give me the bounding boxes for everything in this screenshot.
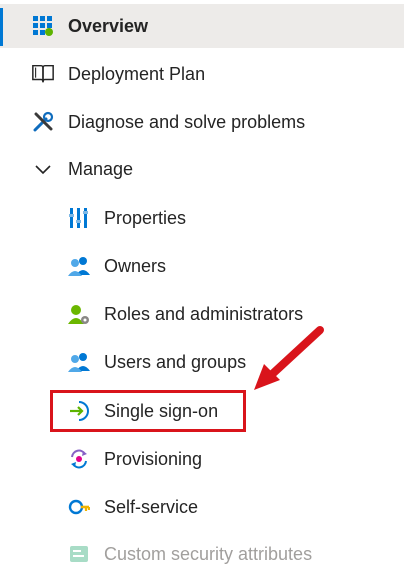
chevron-down-icon [31, 157, 55, 181]
sidebar-item-label: Overview [68, 15, 149, 36]
attributes-icon [67, 542, 91, 566]
sidebar-item-custom-security-attributes[interactable]: Custom security attributes [0, 532, 404, 576]
sidebar-item-users-groups[interactable]: Users and groups [0, 340, 404, 384]
sidebar-item-label: Deployment Plan [68, 63, 206, 84]
users-icon [67, 254, 91, 278]
sidebar-item-label: Diagnose and solve problems [68, 111, 306, 132]
sidebar-item-provisioning[interactable]: Provisioning [0, 437, 404, 481]
annotation-arrow-icon [254, 326, 324, 390]
sidebar-item-label: Self-service [104, 496, 199, 517]
book-icon [31, 62, 55, 86]
sidebar-item-self-service[interactable]: Self-service [0, 485, 404, 529]
sidebar-item-label: Owners [104, 255, 167, 276]
sidebar-item-overview[interactable]: Overview [0, 4, 404, 48]
sidebar-item-label: Custom security attributes [104, 543, 313, 564]
sidebar-item-label: Manage [68, 158, 134, 179]
sidebar-item-diagnose[interactable]: Diagnose and solve problems [0, 100, 404, 144]
sidebar-item-label: Properties [104, 207, 187, 228]
selected-indicator [0, 8, 3, 46]
sidebar-item-label: Users and groups [104, 351, 247, 372]
annotation-highlight-box [50, 390, 246, 432]
sidebar-item-properties[interactable]: Properties [0, 196, 404, 240]
sidebar-nav: Overview Deployment Plan Diagnose and so… [0, 0, 404, 577]
sidebar-item-roles[interactable]: Roles and administrators [0, 292, 404, 336]
properties-icon [67, 206, 91, 230]
sidebar-group-manage[interactable]: Manage [0, 147, 404, 191]
user-admin-icon [67, 302, 91, 326]
sidebar-item-deployment-plan[interactable]: Deployment Plan [0, 52, 404, 96]
key-icon [67, 495, 91, 519]
wrench-icon [31, 110, 55, 134]
users-icon [67, 350, 91, 374]
overview-grid-icon [31, 14, 55, 38]
sidebar-item-owners[interactable]: Owners [0, 244, 404, 288]
sidebar-item-label: Provisioning [104, 448, 203, 469]
provisioning-icon [67, 447, 91, 471]
